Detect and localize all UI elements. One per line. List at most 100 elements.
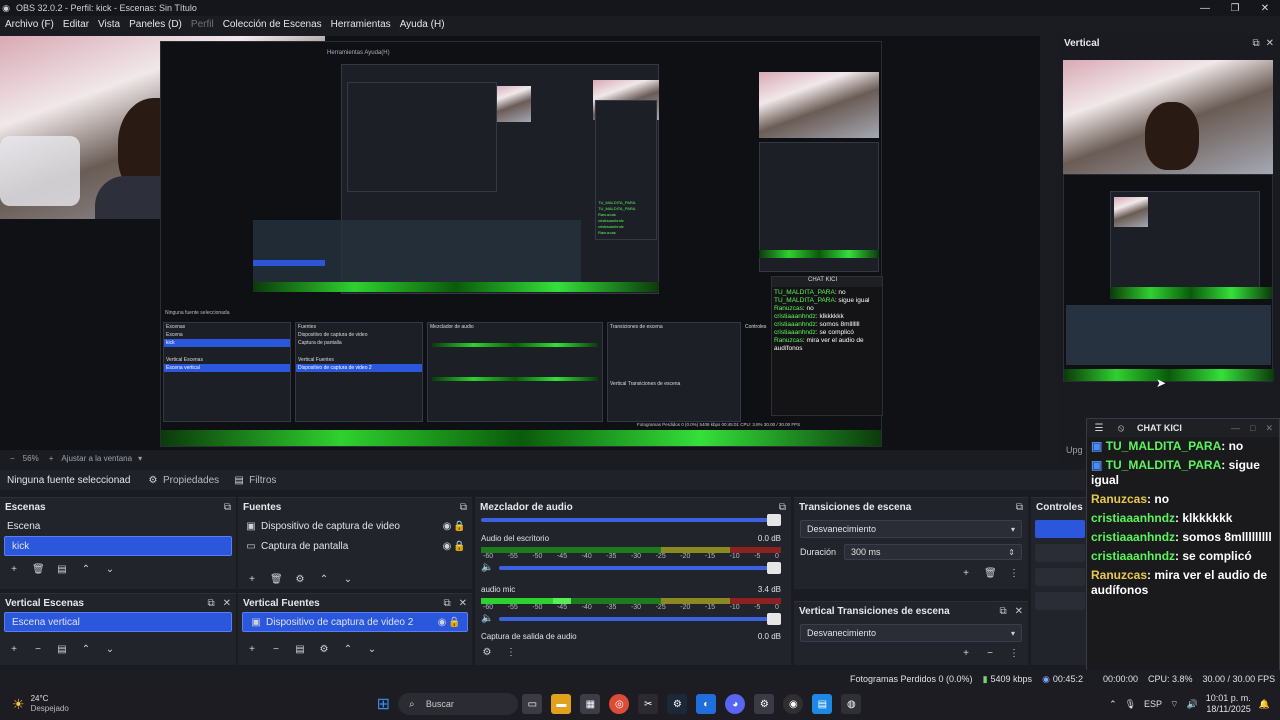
duration-input[interactable]: 300 ms ⇕ (844, 544, 1022, 560)
search-box[interactable]: ⌕ Buscar (397, 693, 518, 715)
close-icon[interactable]: ✕ (459, 598, 467, 609)
filter-icon[interactable]: ▤ (294, 644, 306, 655)
notification-icon[interactable]: 🔔 (1259, 699, 1270, 710)
move-up-icon[interactable]: ⌃ (318, 574, 330, 585)
menu-dots-icon[interactable]: ⋮ (1008, 568, 1020, 579)
move-down-icon[interactable]: ⌄ (104, 644, 116, 655)
speaker-icon[interactable]: 🔈 (481, 562, 493, 573)
menu-perfil[interactable]: Perfil (191, 19, 214, 30)
eye-icon[interactable]: ◉ (441, 541, 453, 552)
volume-slider[interactable] (499, 612, 781, 625)
microphone-icon[interactable]: 🎙 (1125, 699, 1136, 710)
store-icon[interactable]: ▦ (580, 694, 601, 714)
mixer-settings-icon[interactable]: ⚙ (481, 647, 493, 658)
maximize-button[interactable]: ❐ (1220, 3, 1250, 14)
menu-herramientas[interactable]: Herramientas (331, 19, 391, 30)
move-up-icon[interactable]: ⌃ (342, 644, 354, 655)
menu-paneles[interactable]: Paneles (D) (129, 19, 182, 30)
trash-icon[interactable]: 🗑 (32, 564, 45, 575)
hamburger-icon[interactable]: ☰ (1093, 423, 1105, 434)
add-icon[interactable]: + (960, 568, 972, 579)
scene-item[interactable]: Escena (0, 516, 236, 536)
close-icon[interactable]: ✕ (1015, 606, 1023, 617)
lock-icon[interactable]: 🔒 (448, 617, 460, 628)
vertical-scene-item[interactable]: Escena vertical (4, 612, 232, 632)
transition-select[interactable]: Desvanecimiento ▾ (800, 520, 1022, 538)
filters-button[interactable]: ▤ Filtros (233, 475, 276, 486)
chat-maximize[interactable]: □ (1250, 423, 1255, 433)
float-icon[interactable]: ⧉ (999, 606, 1006, 617)
gear-icon[interactable]: ⚙ (318, 644, 330, 655)
remove-icon[interactable]: − (984, 648, 996, 659)
fit-window-label[interactable]: Ajustar a la ventana (61, 454, 132, 463)
filter-icon[interactable]: ▤ (56, 644, 68, 655)
close-icon[interactable]: ✕ (1266, 38, 1274, 49)
minimize-button[interactable]: — (1190, 3, 1220, 14)
task-view-icon[interactable]: ▭ (522, 694, 543, 714)
menu-archivo[interactable]: Archivo (F) (5, 19, 54, 30)
chrome-icon[interactable]: ◎ (609, 694, 630, 714)
top-volume-slider[interactable] (481, 514, 781, 526)
settings-icon[interactable]: ⚙ (754, 694, 775, 714)
close-button[interactable]: ✕ (1250, 3, 1280, 14)
language[interactable]: ESP (1144, 699, 1162, 709)
vertical-source-item[interactable]: ▣ Dispositivo de captura de video 2 ◉ 🔒 (242, 612, 468, 632)
move-down-icon[interactable]: ⌄ (366, 644, 378, 655)
move-up-icon[interactable]: ⌃ (80, 564, 92, 575)
menu-vista[interactable]: Vista (98, 19, 120, 30)
trash-icon[interactable]: 🗑 (984, 568, 997, 579)
menu-dots-icon[interactable]: ⋮ (505, 647, 517, 658)
volume-slider[interactable] (499, 561, 781, 574)
tray-chevron-icon[interactable]: ⌃ (1109, 699, 1117, 710)
add-icon[interactable]: + (960, 648, 972, 659)
move-up-icon[interactable]: ⌃ (80, 644, 92, 655)
main-preview[interactable]: Herramientas Ayuda(H) TU_MALDITA_PARA TU_… (0, 36, 1040, 450)
remove-icon[interactable]: − (32, 644, 44, 655)
lock-icon[interactable]: 🔒 (453, 541, 465, 552)
discord-icon[interactable]: ◕ (725, 694, 746, 714)
wifi-icon[interactable]: ⌔ (1170, 699, 1178, 710)
float-icon[interactable]: ⧉ (443, 598, 450, 609)
float-icon[interactable]: ⧉ (779, 502, 786, 513)
capcut-icon[interactable]: ✂ (638, 694, 659, 714)
float-icon[interactable]: ⧉ (207, 598, 214, 609)
add-icon[interactable]: + (8, 644, 20, 655)
float-icon[interactable]: ⧉ (460, 502, 467, 513)
clock-date[interactable]: 18/11/2025 (1206, 704, 1250, 715)
float-icon[interactable]: ⧉ (1016, 502, 1023, 513)
speaker-icon[interactable]: 🔈 (481, 613, 493, 624)
chat-close[interactable]: ✕ (1265, 423, 1273, 434)
scene-item-selected[interactable]: kick (4, 536, 232, 556)
app-icon[interactable]: ▤ (812, 694, 833, 714)
lock-icon[interactable]: 🔒 (453, 521, 465, 532)
add-icon[interactable]: + (8, 564, 20, 575)
replay-buffer-button[interactable] (1035, 568, 1085, 586)
zoom-in-icon[interactable]: + (49, 454, 54, 463)
clock-time[interactable]: 10:01 p. m. (1206, 693, 1251, 704)
float-icon[interactable]: ⧉ (1252, 38, 1259, 49)
vertical-transition-select[interactable]: Desvanecimiento ▾ (800, 624, 1022, 642)
zoom-out-icon[interactable]: − (10, 454, 15, 463)
eye-icon[interactable]: ◉ (436, 617, 448, 628)
source-item[interactable]: ▣ Dispositivo de captura de video ◉ 🔒 (238, 516, 472, 536)
gear-icon[interactable]: ⚙ (294, 574, 306, 585)
start-recording-button[interactable] (1035, 544, 1085, 562)
chat-minimize[interactable]: — (1231, 423, 1240, 433)
virtual-camera-button[interactable] (1035, 592, 1085, 610)
capture-icon[interactable]: ◍ (841, 694, 862, 714)
add-icon[interactable]: + (246, 574, 258, 585)
move-down-icon[interactable]: ⌄ (342, 574, 354, 585)
windows-start-icon[interactable]: ⊞ (373, 694, 393, 714)
menu-ayuda[interactable]: Ayuda (H) (400, 19, 445, 30)
add-icon[interactable]: + (246, 644, 258, 655)
fit-dropdown-icon[interactable]: ▾ (138, 454, 142, 463)
source-item[interactable]: ▭ Captura de pantalla ◉ 🔒 (238, 536, 472, 556)
properties-button[interactable]: ⚙ Propiedades (147, 475, 220, 486)
filter-icon[interactable]: ▤ (56, 564, 68, 575)
close-icon[interactable]: ✕ (223, 598, 231, 609)
remove-icon[interactable]: − (270, 644, 282, 655)
trash-icon[interactable]: 🗑 (270, 574, 283, 585)
menu-editar[interactable]: Editar (63, 19, 89, 30)
menu-dots-icon[interactable]: ⋮ (1008, 648, 1020, 659)
start-stream-button[interactable] (1035, 520, 1085, 538)
